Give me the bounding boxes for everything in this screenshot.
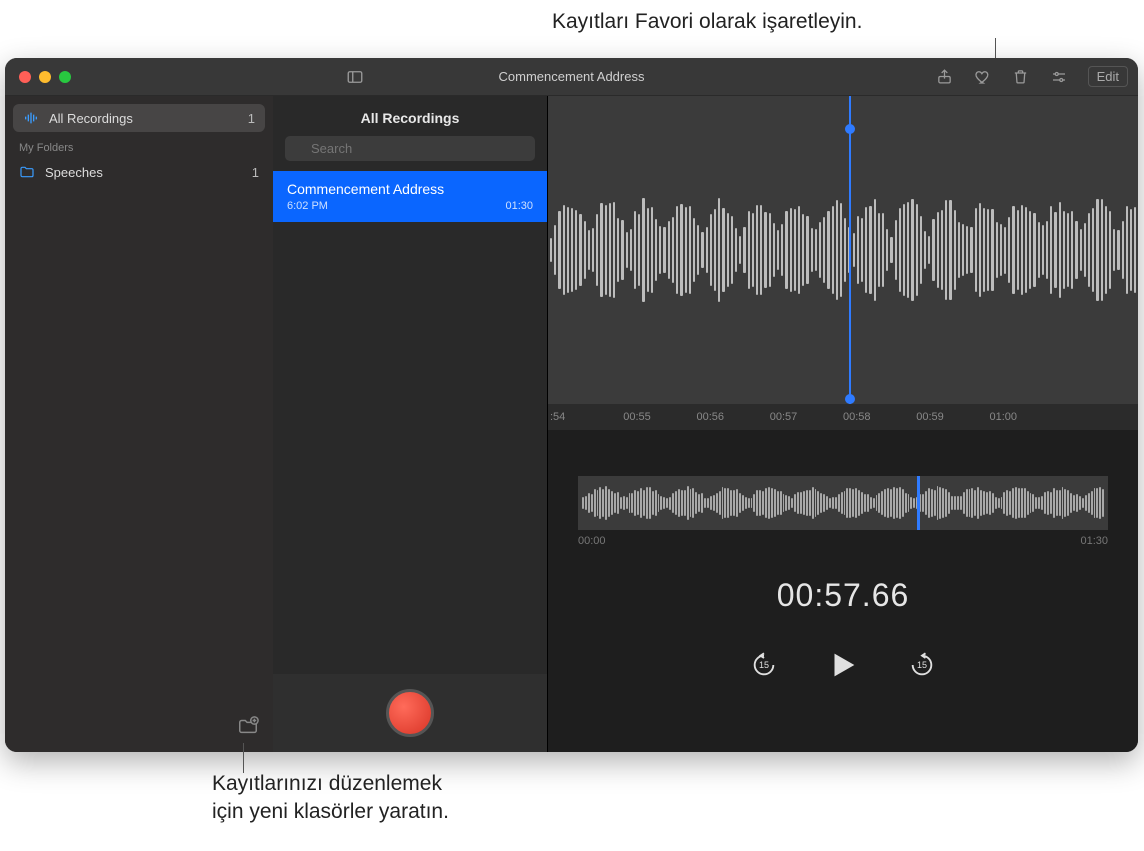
skip-forward-15-button[interactable]: 15 [908, 651, 936, 679]
callout-folder-text: Kayıtlarınızı düzenlemek için yeni klasö… [212, 770, 449, 827]
skip-back-15-button[interactable]: 15 [750, 651, 778, 679]
waveform-main[interactable] [548, 96, 1138, 404]
time-ruler: :5400:5500:5600:5700:5800:5901:00 [548, 404, 1138, 430]
skip-fwd-label: 15 [908, 660, 936, 670]
folder-icon [19, 164, 37, 180]
app-window: Commencement Address Edit All R [5, 58, 1138, 752]
waveform-overview[interactable] [578, 476, 1108, 530]
recording-name: Commencement Address [287, 181, 533, 197]
sidebar-item-count: 1 [248, 111, 255, 126]
trash-icon[interactable] [1012, 68, 1030, 86]
timecode-display: 00:57.66 [548, 577, 1138, 614]
recording-duration: 01:30 [505, 200, 533, 212]
close-window-button[interactable] [19, 71, 31, 83]
sidebar-section-header: My Folders [5, 132, 273, 158]
new-folder-button[interactable] [237, 715, 259, 742]
sidebar-item-label: Speeches [45, 165, 103, 180]
edit-button[interactable]: Edit [1088, 66, 1128, 87]
record-footer [273, 674, 547, 752]
playhead-overview[interactable] [917, 476, 920, 530]
settings-sliders-icon[interactable] [1050, 68, 1068, 86]
recording-time: 6:02 PM [287, 200, 328, 212]
player-panel: :5400:5500:5600:5700:5800:5901:00 00:00 … [548, 96, 1138, 752]
sidebar-item-label: All Recordings [49, 111, 133, 126]
window-controls [19, 71, 71, 83]
play-button[interactable] [826, 648, 860, 682]
list-title: All Recordings [273, 96, 547, 136]
recording-list-item[interactable]: Commencement Address 6:02 PM 01:30 [273, 171, 547, 222]
waveform-icon [23, 110, 41, 126]
callout-folder-line [243, 743, 244, 773]
record-button[interactable] [386, 689, 434, 737]
overview-start-label: 00:00 [578, 535, 606, 547]
skip-back-label: 15 [750, 660, 778, 670]
sidebar-toggle-icon[interactable] [346, 68, 364, 86]
sidebar-item-speeches[interactable]: Speeches 1 [5, 158, 273, 186]
sidebar-item-count: 1 [252, 165, 259, 180]
sidebar: All Recordings 1 My Folders Speeches 1 [5, 96, 273, 752]
fullscreen-window-button[interactable] [59, 71, 71, 83]
recordings-list-panel: All Recordings Commencement Address 6:02… [273, 96, 548, 752]
overview-end-label: 01:30 [1080, 535, 1108, 547]
playhead-main[interactable] [849, 96, 851, 404]
sidebar-item-all-recordings[interactable]: All Recordings 1 [13, 104, 265, 132]
titlebar: Commencement Address Edit [5, 58, 1138, 96]
playback-controls: 15 15 [548, 648, 1138, 702]
share-icon[interactable] [936, 68, 954, 86]
search-input[interactable] [285, 136, 535, 161]
window-title: Commencement Address [499, 69, 645, 84]
minimize-window-button[interactable] [39, 71, 51, 83]
favorite-heart-icon[interactable] [974, 68, 992, 86]
callout-favorite-text: Kayıtları Favori olarak işaretleyin. [552, 10, 862, 34]
